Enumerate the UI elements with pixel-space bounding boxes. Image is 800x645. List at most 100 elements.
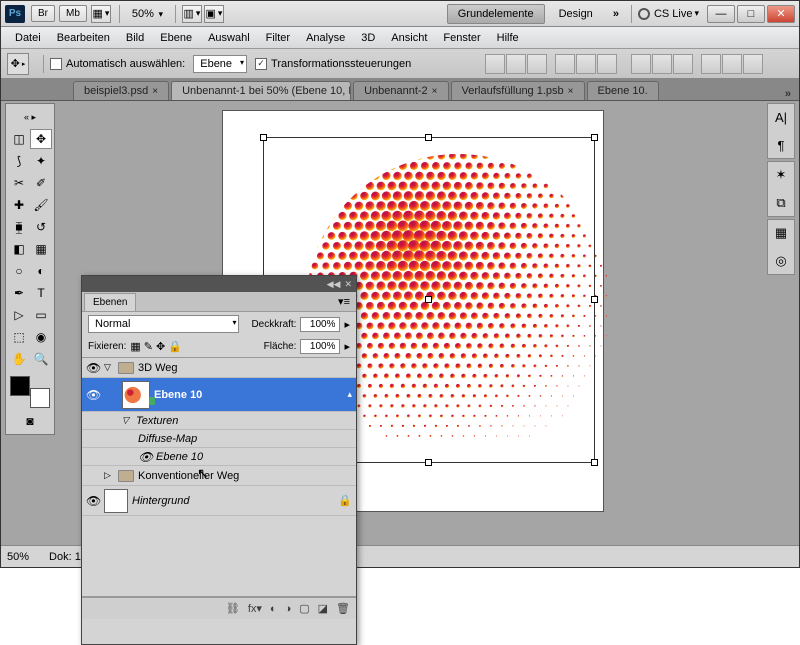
transform-handle[interactable] [591,134,598,141]
group-icon[interactable]: ▢ [299,602,309,615]
quickmask-tool[interactable]: ◙ [8,411,52,431]
layers-panel[interactable]: ◀◀ ✕ Ebenen ▾≡ Normal Deckkraft: ▸ Fixie… [81,275,357,645]
menu-auswahl[interactable]: Auswahl [200,29,258,47]
hand-tool[interactable]: ✋ [8,349,30,369]
menu-ebene[interactable]: Ebene [152,29,200,47]
layer-name[interactable]: Hintergrund [132,495,189,507]
minimize-button[interactable]: — [707,5,735,23]
layer-sub[interactable]: 👁 Ebene 10 [82,448,356,466]
close-icon[interactable]: × [432,86,438,97]
close-button[interactable]: ✕ [767,5,795,23]
doc-tab[interactable]: beispiel3.psd× [73,81,169,100]
opacity-field[interactable] [300,317,340,332]
distribute-icon[interactable] [743,54,763,74]
workspace-more[interactable]: » [613,8,619,20]
lock-position-icon[interactable]: ✥ [156,340,165,353]
lock-pixels-icon[interactable]: ✎ [144,340,153,353]
link-layers-icon[interactable]: ⛓ [226,602,240,615]
transform-handle[interactable] [591,296,598,303]
close-icon[interactable]: × [152,86,158,97]
zoom-tool[interactable]: 🔍 [30,349,52,369]
transform-handle[interactable] [425,134,432,141]
blur-tool[interactable]: ○ [8,261,30,281]
align-icon[interactable] [555,54,575,74]
tabs-overflow[interactable]: » [785,88,791,100]
cslive-button[interactable]: CS Live ▾ [638,8,699,20]
navigator-panel-icon[interactable]: ▦ [772,224,790,242]
layer-group[interactable]: 👁 ▽ 3D Weg [82,358,356,378]
3d-tool[interactable]: ⬚ [8,327,30,347]
lock-transparency-icon[interactable]: ▦ [130,340,140,353]
transform-handle[interactable] [260,134,267,141]
type-tool[interactable]: T [30,283,52,303]
crop-tool[interactable]: ✂ [8,173,30,193]
menu-fenster[interactable]: Fenster [435,29,488,47]
auto-select-checkbox[interactable] [50,58,62,70]
dodge-tool[interactable]: ◐ [30,261,52,281]
maximize-button[interactable]: □ [737,5,765,23]
marquee-tool[interactable]: ◫ [8,129,30,149]
close-icon[interactable]: × [568,86,574,97]
visibility-icon[interactable]: 👁 [86,361,100,375]
layer-sub[interactable]: Diffuse-Map [82,430,356,448]
distribute-icon[interactable] [701,54,721,74]
swatches-panel-icon[interactable]: ◎ [772,252,790,270]
doc-tab[interactable]: Verlaufsfüllung 1.psb× [451,81,585,100]
arrange-docs-button[interactable]: ▥▾ [182,5,202,23]
layer-row[interactable]: 👁 Hintergrund 🔒 [82,486,356,516]
fx-icon[interactable]: fx▾ [248,602,262,615]
layer-name[interactable]: Ebene 10 [154,389,202,401]
panel-header[interactable]: ◀◀ ✕ [82,276,356,292]
doc-tab[interactable]: Unbenannt-2× [353,81,448,100]
transform-handle[interactable] [591,459,598,466]
minibridge-button[interactable]: Mb [59,5,87,22]
doc-tab[interactable]: Unbenannt-1 bei 50% (Ebene 10, RGB/8) *× [171,81,351,100]
menu-bearbeiten[interactable]: Bearbeiten [49,29,118,47]
lasso-tool[interactable]: ⟆ [8,151,30,171]
gradient-tool[interactable]: ▦ [30,239,52,259]
screen-mode-button[interactable]: ▣▾ [204,5,224,23]
doc-tab[interactable]: Ebene 10. [587,81,659,100]
align-icon[interactable] [597,54,617,74]
visibility-icon[interactable]: 👁 [86,494,100,508]
fill-slider-icon[interactable]: ▸ [344,340,350,353]
layer-thumbnail[interactable] [104,489,128,513]
auto-select-mode-dropdown[interactable]: Ebene [193,55,247,73]
layer-thumbnail[interactable] [122,381,150,409]
delete-layer-icon[interactable]: 🗑 [336,602,350,615]
distribute-icon[interactable] [673,54,693,74]
layer-sub[interactable]: ▽ Texturen [82,412,356,430]
brush-tool[interactable]: 🖌 [30,195,52,215]
lock-all-icon[interactable]: 🔒 [168,340,182,353]
transform-center[interactable] [425,296,432,303]
distribute-icon[interactable] [722,54,742,74]
tab-ebenen[interactable]: Ebenen [84,293,136,311]
visibility-icon[interactable]: 👁 [138,450,152,464]
zoom-level[interactable]: 50% ▾ [132,8,163,20]
background-color[interactable] [30,388,50,408]
disclosure-icon[interactable]: ▷ [104,470,114,481]
align-icon[interactable] [527,54,547,74]
eyedropper-tool[interactable]: ✐ [30,173,52,193]
align-icon[interactable] [485,54,505,74]
menu-hilfe[interactable]: Hilfe [489,29,527,47]
layer-name[interactable]: Diffuse-Map [138,433,197,445]
view-extras-button[interactable]: ▦▾ [91,5,111,23]
disclosure-icon[interactable]: ▽ [122,415,132,426]
path-select-tool[interactable]: ▷ [8,305,30,325]
healing-tool[interactable]: ✚ [8,195,30,215]
layer-name[interactable]: Ebene 10 [156,451,203,463]
mask-icon[interactable]: ◐ [270,603,277,615]
adjustment-icon[interactable]: ◑ [285,603,292,615]
disclosure-icon[interactable]: ▽ [104,362,114,373]
layer-name[interactable]: Konventioneller Weg [138,470,239,482]
move-tool[interactable]: ✥ [30,129,52,149]
menu-datei[interactable]: Datei [7,29,49,47]
menu-bild[interactable]: Bild [118,29,152,47]
new-layer-icon[interactable]: ◪ [318,602,328,615]
stamp-tool[interactable]: ⧯ [8,217,30,237]
character-panel-icon[interactable]: A| [772,108,790,126]
panel-menu-icon[interactable]: ▾≡ [332,295,356,308]
close-icon[interactable]: ✕ [344,279,352,290]
workspace-grundelemente[interactable]: Grundelemente [447,4,545,24]
